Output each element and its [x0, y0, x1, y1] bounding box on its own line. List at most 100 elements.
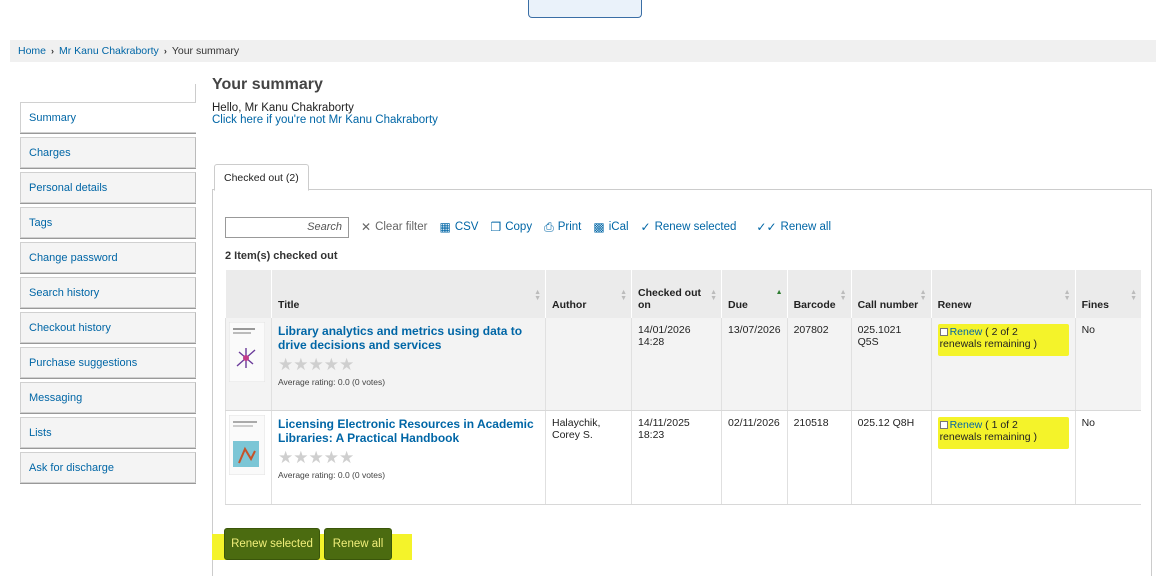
sidebar-item-checkout-history[interactable]: Checkout history [20, 312, 196, 343]
column-header-due[interactable]: Due ▲ [721, 270, 788, 318]
breadcrumb-separator-icon: › [51, 46, 55, 56]
page-title: Your summary [212, 76, 323, 93]
sidebar-item-charges[interactable]: Charges [20, 137, 196, 168]
sort-icon: ▲ ▼ [839, 289, 847, 302]
sidebar-item-lists[interactable]: Lists [20, 417, 196, 448]
main-content: Your summary Hello, Mr Kanu Chakraborty … [212, 76, 1152, 576]
book-cover-image[interactable] [228, 414, 266, 475]
star-rating-icon[interactable]: ★★★★★ [278, 448, 539, 467]
renew-checkbox[interactable] [939, 420, 948, 429]
ical-label: iCal [608, 221, 629, 233]
due-cell: 02/11/2026 [721, 410, 788, 505]
renew-checkbox[interactable] [939, 328, 948, 336]
not-me-link[interactable]: Click here if you're not Mr Kanu Chakrab… [212, 114, 438, 126]
sidebar-item-messaging[interactable]: Messaging [20, 382, 196, 413]
sidebar-top-divider [20, 84, 196, 102]
call-number-cell: 025.12 Q8H [850, 410, 932, 505]
author-cell: Halaychik, Corey S. [545, 410, 632, 505]
breadcrumb-current: Your summary [171, 45, 240, 57]
fines-cell: No [1074, 410, 1141, 505]
column-fines-label: Fines [1081, 299, 1109, 311]
table-header-row: Title ▲ ▼ Author ▲ ▼ Checked out on ▲ ▼ Due ▲ B… [225, 270, 1141, 318]
table-toolbar: Search ✕ Clear filter ▦ CSV ❐ Copy ⎙ Print ▩… [225, 216, 831, 238]
book-cover-image[interactable] [228, 321, 266, 383]
renew-cell: Renew ( 1 of 2 renewals remaining ) [930, 410, 1076, 505]
csv-label: CSV [454, 221, 479, 233]
double-check-icon: ✓✓ [756, 220, 777, 234]
calendar-icon: ▩ [593, 220, 605, 234]
sort-icon: ▲ ▼ [620, 289, 627, 302]
copy-button[interactable]: ❐ Copy [490, 220, 532, 234]
column-header-barcode[interactable]: Barcode ▲ ▼ [786, 270, 852, 318]
column-author-label: Author [552, 299, 587, 311]
sort-icon: ▲ ▼ [534, 289, 541, 302]
book-cover-cell [225, 318, 272, 411]
column-due-label: Due [728, 299, 748, 311]
renew-selected-label: Renew selected [654, 221, 737, 233]
breadcrumb-separator-icon: › [163, 46, 167, 56]
column-header-title[interactable]: Title ▲ ▼ [271, 270, 546, 318]
column-renew-label: Renew [937, 299, 972, 311]
breadcrumb-patron[interactable]: Mr Kanu Chakraborty [59, 45, 159, 57]
top-bar [0, 0, 1156, 24]
check-icon: ✓ [640, 220, 651, 234]
renew-link[interactable]: Renew [950, 326, 983, 338]
print-label: Print [557, 221, 582, 233]
book-title-link[interactable]: Licensing Electronic Resources in Academ… [278, 417, 539, 445]
renew-link[interactable]: Renew [950, 419, 983, 431]
checked-out-on-cell: 14/11/2025 18:23 [631, 410, 722, 505]
sort-ascending-icon: ▲ [775, 289, 783, 296]
column-header-renew[interactable]: Renew ▲ ▼ [930, 270, 1076, 318]
close-icon: ✕ [361, 220, 372, 234]
ical-button[interactable]: ▩ iCal [593, 220, 628, 234]
renew-selected-link[interactable]: ✓ Renew selected [641, 220, 737, 234]
renew-all-link[interactable]: ✓✓ Renew all [756, 220, 831, 234]
clear-filter-button[interactable]: ✕ Clear filter [361, 220, 427, 234]
clear-filter-label: Clear filter [375, 221, 428, 233]
column-header-call-number[interactable]: Call number ▲ ▼ [850, 270, 932, 318]
copy-icon: ❐ [490, 220, 502, 234]
search-input[interactable]: Search [225, 216, 349, 238]
checked-out-panel: Search ✕ Clear filter ▦ CSV ❐ Copy ⎙ Print ▩… [212, 190, 1152, 576]
tab-checked-out[interactable]: Checked out (2) [214, 164, 309, 191]
column-header-author[interactable]: Author ▲ ▼ [545, 270, 632, 318]
star-rating-icon[interactable]: ★★★★★ [278, 356, 539, 374]
csv-button[interactable]: ▦ CSV [439, 220, 478, 234]
barcode-cell: 210518 [786, 410, 852, 505]
column-title-label: Title [278, 299, 300, 311]
sidebar-item-personal-details[interactable]: Personal details [20, 172, 196, 203]
barcode-cell: 207802 [786, 318, 852, 411]
sidebar-item-ask-for-discharge[interactable]: Ask for discharge [20, 452, 196, 483]
renew-all-button[interactable]: Renew all [324, 528, 392, 560]
column-header-checked-out-on[interactable]: Checked out on ▲ ▼ [631, 270, 722, 318]
sidebar-item-purchase-suggestions[interactable]: Purchase suggestions [20, 347, 196, 378]
tab-bar: Checked out (2) [212, 164, 1152, 191]
book-title-link[interactable]: Library analytics and metrics using data… [278, 324, 539, 352]
column-barcode-label: Barcode [793, 299, 836, 311]
renew-highlight: Renew ( 1 of 2 renewals remaining ) [937, 416, 1069, 449]
average-rating-text: Average rating: 0.0 (0 votes) [278, 469, 386, 480]
breadcrumb: Home › Mr Kanu Chakraborty › Your summar… [10, 40, 1156, 62]
column-checked-out-on-label: Checked out on [638, 287, 702, 311]
sidebar-item-summary[interactable]: Summary [20, 102, 196, 133]
book-cover-cell [225, 410, 272, 505]
sidebar-item-change-password[interactable]: Change password [20, 242, 196, 273]
column-header-fines[interactable]: Fines ▲ ▼ [1074, 270, 1141, 318]
print-icon: ⎙ [544, 219, 554, 234]
copy-label: Copy [505, 221, 533, 233]
column-header-cover [225, 270, 272, 318]
sort-icon: ▲ ▼ [919, 289, 927, 302]
column-call-number-label: Call number [857, 299, 919, 311]
sort-icon: ▲ ▼ [1130, 289, 1137, 302]
sort-icon: ▲ ▼ [710, 289, 717, 302]
sort-icon: ▲ ▼ [1063, 289, 1071, 302]
renew-selected-button[interactable]: Renew selected [224, 528, 320, 560]
greeting-text: Hello, Mr Kanu Chakraborty [212, 102, 354, 114]
due-cell: 13/07/2026 [721, 318, 788, 411]
sidebar-item-search-history[interactable]: Search history [20, 277, 196, 308]
fines-cell: No [1074, 318, 1141, 411]
sidebar-item-tags[interactable]: Tags [20, 207, 196, 238]
print-button[interactable]: ⎙ Print [544, 220, 581, 235]
top-tab-button[interactable] [528, 0, 642, 18]
breadcrumb-home[interactable]: Home [18, 45, 46, 57]
